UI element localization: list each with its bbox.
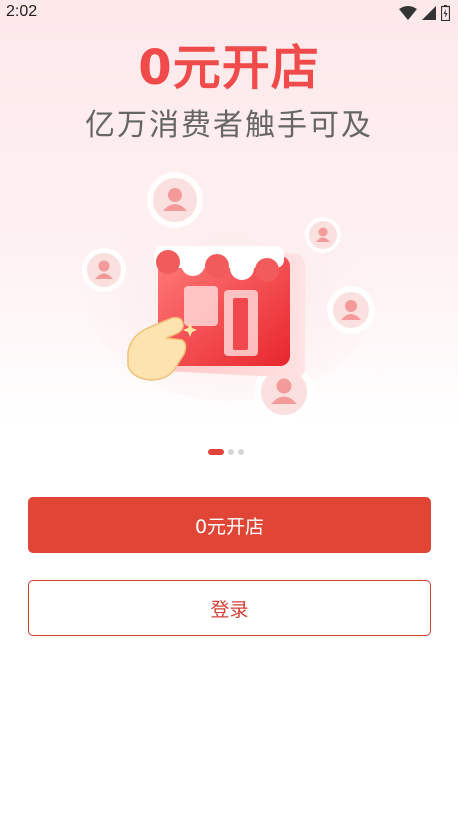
battery-icon [441, 5, 450, 21]
page-subtitle: 亿万消费者触手可及 [85, 108, 373, 143]
carousel-dot-active[interactable] [208, 449, 224, 455]
open-store-button-label: 0元开店 [194, 515, 265, 538]
carousel-indicator [208, 449, 244, 455]
avatar-bubble [305, 217, 341, 253]
signal-icon [422, 6, 436, 20]
login-button[interactable]: 登录 [28, 580, 431, 636]
open-store-button[interactable]: 0元开店 [28, 497, 431, 553]
status-time: 2:02 [6, 3, 38, 20]
status-bar: 2:02 [0, 0, 458, 26]
carousel-dot[interactable] [238, 449, 244, 455]
open-store-illustration [82, 172, 375, 422]
avatar-bubble [327, 286, 375, 334]
avatar-bubble [147, 172, 203, 228]
status-icons [399, 5, 450, 21]
login-button-label: 登录 [210, 598, 249, 621]
page-title: 0元开店 [138, 40, 320, 96]
avatar-bubble [82, 248, 126, 292]
carousel-dot[interactable] [228, 449, 234, 455]
wifi-icon [399, 6, 417, 20]
